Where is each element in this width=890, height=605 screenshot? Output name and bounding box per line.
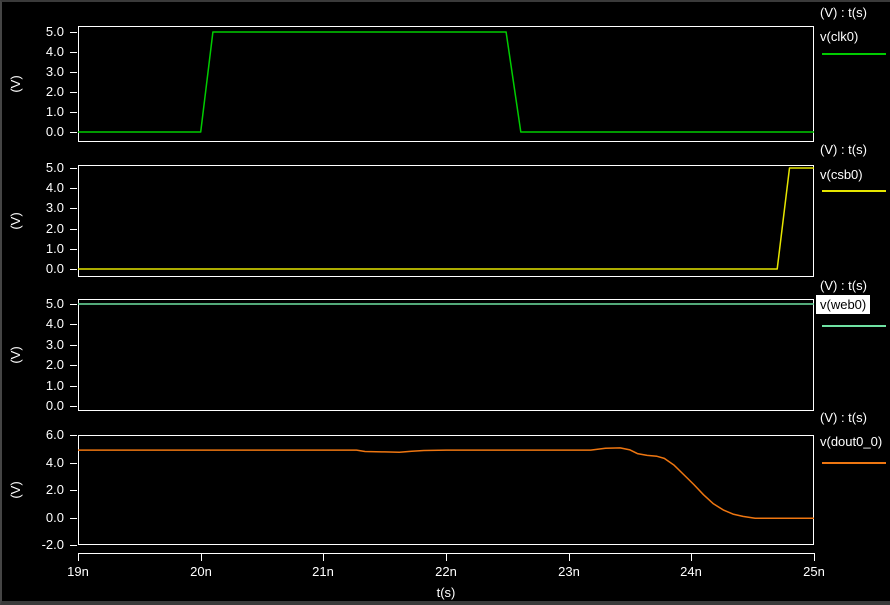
y-tick-label: -2.0 (12, 537, 64, 553)
x-tick (201, 553, 202, 561)
x-tick-label: 20n (179, 564, 223, 580)
y-tick (70, 229, 77, 230)
y-tick-label: 2.0 (12, 221, 64, 237)
y-tick-label: 5.0 (12, 24, 64, 40)
y-tick-label: 4.0 (12, 44, 64, 60)
y-tick (70, 32, 77, 33)
y-tick (70, 92, 77, 93)
x-tick (446, 553, 447, 561)
y-tick-label: 1.0 (12, 241, 64, 257)
y-tick (70, 324, 77, 325)
y-tick (70, 406, 77, 407)
y-tick-label: 3.0 (12, 64, 64, 80)
signal-name-label-web0[interactable]: v(web0) (816, 295, 870, 314)
y-tick-label: 0.0 (12, 124, 64, 140)
plot-area-dout0_0[interactable] (78, 435, 814, 545)
signal-name-label-dout0_0[interactable]: v(dout0_0) (820, 434, 882, 449)
y-tick (70, 112, 77, 113)
y-tick (70, 168, 77, 169)
plot-area-clk0[interactable] (78, 26, 814, 142)
y-tick (70, 304, 77, 305)
legend-axis-header: (V) : t(s) (820, 410, 867, 425)
x-axis-title: t(s) (424, 585, 468, 601)
y-tick (70, 463, 77, 464)
y-tick-label: 6.0 (12, 427, 64, 443)
y-tick-label: 5.0 (12, 160, 64, 176)
y-tick (70, 365, 77, 366)
y-tick-label: 3.0 (12, 200, 64, 216)
y-tick (70, 72, 77, 73)
y-tick-label: 4.0 (12, 455, 64, 471)
legend-color-swatch-web0 (822, 325, 886, 327)
legend-axis-header: (V) : t(s) (820, 278, 867, 293)
y-tick-label: 1.0 (12, 104, 64, 120)
x-tick (691, 553, 692, 561)
waveform-viewer-window: (V) (V) (V) (V) (V) : t(s) (V) : t(s) (V… (0, 0, 890, 605)
legend-color-swatch-csb0 (822, 190, 886, 192)
y-tick-label: 2.0 (12, 84, 64, 100)
y-tick (70, 518, 77, 519)
legend-color-swatch-dout0_0 (822, 462, 886, 464)
x-tick-label: 24n (669, 564, 713, 580)
x-tick (569, 553, 570, 561)
y-tick-label: 5.0 (12, 296, 64, 312)
y-tick-label: 2.0 (12, 482, 64, 498)
y-tick-label: 3.0 (12, 337, 64, 353)
y-tick (70, 208, 77, 209)
y-tick (70, 345, 77, 346)
x-tick (814, 553, 815, 561)
x-tick-label: 22n (424, 564, 468, 580)
plot-area-web0[interactable] (78, 299, 814, 411)
y-tick (70, 435, 77, 436)
y-tick (70, 249, 77, 250)
y-tick-label: 0.0 (12, 510, 64, 526)
x-tick (323, 553, 324, 561)
legend-color-swatch-clk0 (822, 53, 886, 55)
y-tick-label: 2.0 (12, 357, 64, 373)
y-tick (70, 188, 77, 189)
y-tick-label: 4.0 (12, 316, 64, 332)
y-tick (70, 132, 77, 133)
y-tick-label: 1.0 (12, 378, 64, 394)
y-tick-label: 4.0 (12, 180, 64, 196)
signal-name-label-clk0[interactable]: v(clk0) (820, 29, 858, 44)
y-tick (70, 269, 77, 270)
legend-axis-header: (V) : t(s) (820, 5, 867, 20)
plot-area-csb0[interactable] (78, 165, 814, 277)
x-tick-label: 25n (792, 564, 836, 580)
y-tick (70, 52, 77, 53)
x-tick-label: 19n (56, 564, 100, 580)
y-tick-label: 0.0 (12, 398, 64, 414)
x-tick (78, 553, 79, 561)
y-tick (70, 386, 77, 387)
x-tick-label: 21n (301, 564, 345, 580)
y-tick-label: 0.0 (12, 261, 64, 277)
y-tick (70, 545, 77, 546)
legend-axis-header: (V) : t(s) (820, 142, 867, 157)
signal-name-label-csb0[interactable]: v(csb0) (820, 167, 863, 182)
y-tick (70, 490, 77, 491)
x-tick-label: 23n (547, 564, 591, 580)
